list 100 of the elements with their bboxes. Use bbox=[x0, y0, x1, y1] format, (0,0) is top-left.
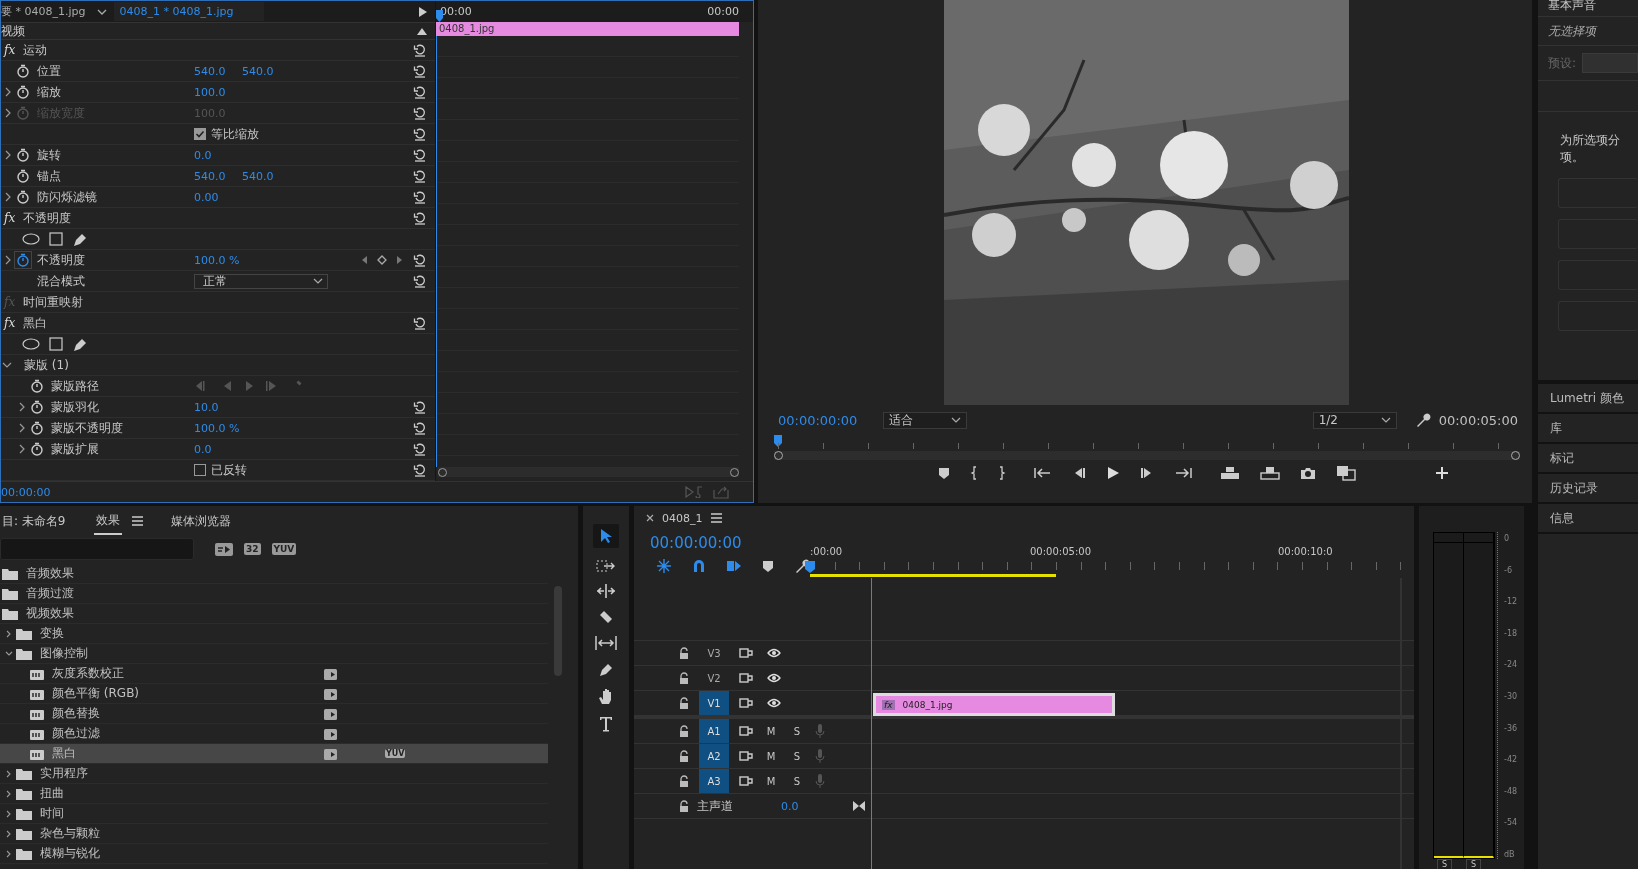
stopwatch-icon[interactable] bbox=[15, 252, 31, 268]
track-volume[interactable]: 0.0 bbox=[781, 799, 799, 813]
go-to-out-icon[interactable] bbox=[1174, 467, 1192, 479]
reset-icon[interactable] bbox=[413, 400, 427, 414]
track-target[interactable]: V2 bbox=[699, 666, 729, 690]
folder-item[interactable]: 实用程序 bbox=[40, 765, 88, 782]
mute-button[interactable]: M bbox=[763, 750, 779, 762]
ellipse-mask-icon[interactable] bbox=[22, 233, 40, 245]
zoom-scrollbar[interactable] bbox=[438, 467, 739, 477]
folder-item[interactable]: 视频效果 bbox=[26, 605, 74, 622]
camera-icon[interactable] bbox=[1300, 466, 1316, 480]
stopwatch-icon[interactable] bbox=[15, 63, 31, 79]
property-value[interactable]: 10.0 bbox=[194, 400, 242, 414]
clip-bar[interactable]: 0408_1.jpg bbox=[436, 22, 739, 36]
track-select-tool-icon[interactable] bbox=[596, 559, 616, 573]
expand-caret-icon[interactable] bbox=[5, 849, 13, 858]
magnet-icon[interactable] bbox=[692, 559, 706, 573]
sync-lock-icon[interactable] bbox=[739, 725, 753, 737]
ellipse-mask-icon[interactable] bbox=[22, 338, 40, 350]
stopwatch-icon[interactable] bbox=[15, 147, 31, 163]
add-button-icon[interactable] bbox=[1436, 467, 1448, 479]
reset-icon[interactable] bbox=[413, 148, 427, 162]
solo-button[interactable]: S bbox=[1437, 859, 1453, 869]
panel-tab[interactable]: 要 * 0408_1.jpg bbox=[1, 4, 90, 19]
stopwatch-icon[interactable] bbox=[29, 420, 45, 436]
nest-sequence-icon[interactable] bbox=[656, 558, 672, 574]
reset-icon[interactable] bbox=[413, 442, 427, 456]
mark-out-icon[interactable] bbox=[998, 466, 1006, 480]
rectangle-mask-icon[interactable] bbox=[49, 337, 63, 351]
close-icon[interactable] bbox=[646, 514, 654, 522]
resolution-dropdown[interactable]: 1/2 bbox=[1312, 411, 1397, 429]
panel-tab[interactable]: Lumetri 颜色 bbox=[1538, 384, 1638, 412]
timecode[interactable]: 00:00:00 bbox=[1, 485, 51, 499]
folder-item[interactable]: 时间 bbox=[40, 805, 64, 822]
zoom-dropdown[interactable]: 适合 bbox=[883, 411, 968, 429]
marker-icon[interactable] bbox=[938, 467, 950, 479]
expand-caret-icon[interactable] bbox=[5, 829, 13, 838]
effect-item[interactable]: 颜色平衡 (RGB) bbox=[52, 685, 140, 702]
property-value[interactable]: 100.0 % bbox=[194, 253, 242, 267]
sync-lock-icon[interactable] bbox=[739, 697, 753, 709]
reset-icon[interactable] bbox=[413, 85, 427, 99]
sync-lock-icon[interactable] bbox=[739, 750, 753, 762]
menu-icon[interactable] bbox=[131, 516, 143, 526]
expand-caret-icon[interactable] bbox=[4, 255, 12, 265]
fx-toggle[interactable]: fx bbox=[4, 43, 16, 57]
effect-item[interactable]: 颜色过滤 bbox=[52, 725, 100, 742]
hand-icon[interactable] bbox=[598, 688, 614, 705]
expand-caret-icon[interactable] bbox=[18, 423, 26, 433]
solo-button[interactable]: S bbox=[1466, 859, 1482, 869]
effect-item[interactable]: 黑白 bbox=[52, 745, 76, 762]
reset-icon[interactable] bbox=[413, 274, 427, 288]
solo-button[interactable]: S bbox=[789, 750, 805, 762]
eye-icon[interactable] bbox=[767, 673, 781, 683]
collapse-triangle-icon[interactable] bbox=[417, 27, 427, 35]
comparison-view-icon[interactable] bbox=[1336, 465, 1356, 481]
property-value[interactable]: 0.0 bbox=[194, 442, 242, 456]
marker-icon[interactable] bbox=[762, 560, 774, 572]
reset-icon[interactable] bbox=[413, 211, 427, 225]
reset-icon[interactable] bbox=[413, 421, 427, 435]
play-triangle-icon[interactable] bbox=[419, 6, 427, 17]
filter-badge[interactable]: YUV bbox=[271, 543, 297, 555]
expand-caret-icon[interactable] bbox=[4, 87, 12, 97]
track-target[interactable]: V3 bbox=[699, 641, 729, 665]
accelerated-effects-icon[interactable] bbox=[215, 542, 233, 556]
insert-icon[interactable] bbox=[1220, 466, 1240, 480]
go-to-in-icon[interactable] bbox=[1034, 467, 1052, 479]
property-value[interactable]: 540.0 bbox=[242, 169, 290, 183]
rectangle-mask-icon[interactable] bbox=[49, 232, 63, 246]
stopwatch-icon[interactable] bbox=[15, 168, 31, 184]
pen-icon[interactable] bbox=[598, 661, 614, 677]
panel-tab[interactable]: 历史记录 bbox=[1538, 474, 1638, 502]
checkbox[interactable] bbox=[194, 464, 206, 476]
expand-caret-icon[interactable] bbox=[5, 649, 13, 658]
expand-caret-icon[interactable] bbox=[5, 789, 13, 798]
pen-icon[interactable] bbox=[72, 231, 88, 247]
property-value[interactable]: 0.0 bbox=[194, 148, 242, 162]
panel-tab[interactable]: 媒体浏览器 bbox=[168, 508, 233, 534]
expand-caret-icon[interactable] bbox=[2, 360, 12, 370]
lock-icon[interactable] bbox=[679, 775, 689, 787]
panel-tab[interactable]: 库 bbox=[1538, 414, 1638, 442]
reset-icon[interactable] bbox=[413, 64, 427, 78]
play-icon[interactable] bbox=[1106, 466, 1120, 480]
menu-icon[interactable] bbox=[710, 513, 722, 523]
panel-tab[interactable]: 标记 bbox=[1538, 444, 1638, 472]
lock-icon[interactable] bbox=[679, 725, 689, 737]
type-tool-icon[interactable] bbox=[599, 716, 613, 732]
reset-icon[interactable] bbox=[413, 316, 427, 330]
folder-item[interactable]: 扭曲 bbox=[40, 785, 64, 802]
track-target[interactable]: A3 bbox=[699, 769, 729, 793]
expand-caret-icon[interactable] bbox=[5, 809, 13, 818]
folder-item[interactable]: 杂色与颗粒 bbox=[40, 825, 100, 842]
property-value[interactable]: 100.0 % bbox=[194, 421, 242, 435]
reset-icon[interactable] bbox=[413, 463, 427, 477]
lock-icon[interactable] bbox=[679, 800, 689, 812]
reset-icon[interactable] bbox=[413, 169, 427, 183]
folder-item[interactable]: 模糊与锐化 bbox=[40, 845, 100, 862]
solo-button[interactable]: S bbox=[789, 775, 805, 787]
fx-toggle[interactable]: fx bbox=[4, 316, 16, 330]
property-value[interactable]: 0.00 bbox=[194, 190, 242, 204]
expand-caret-icon[interactable] bbox=[18, 402, 26, 412]
